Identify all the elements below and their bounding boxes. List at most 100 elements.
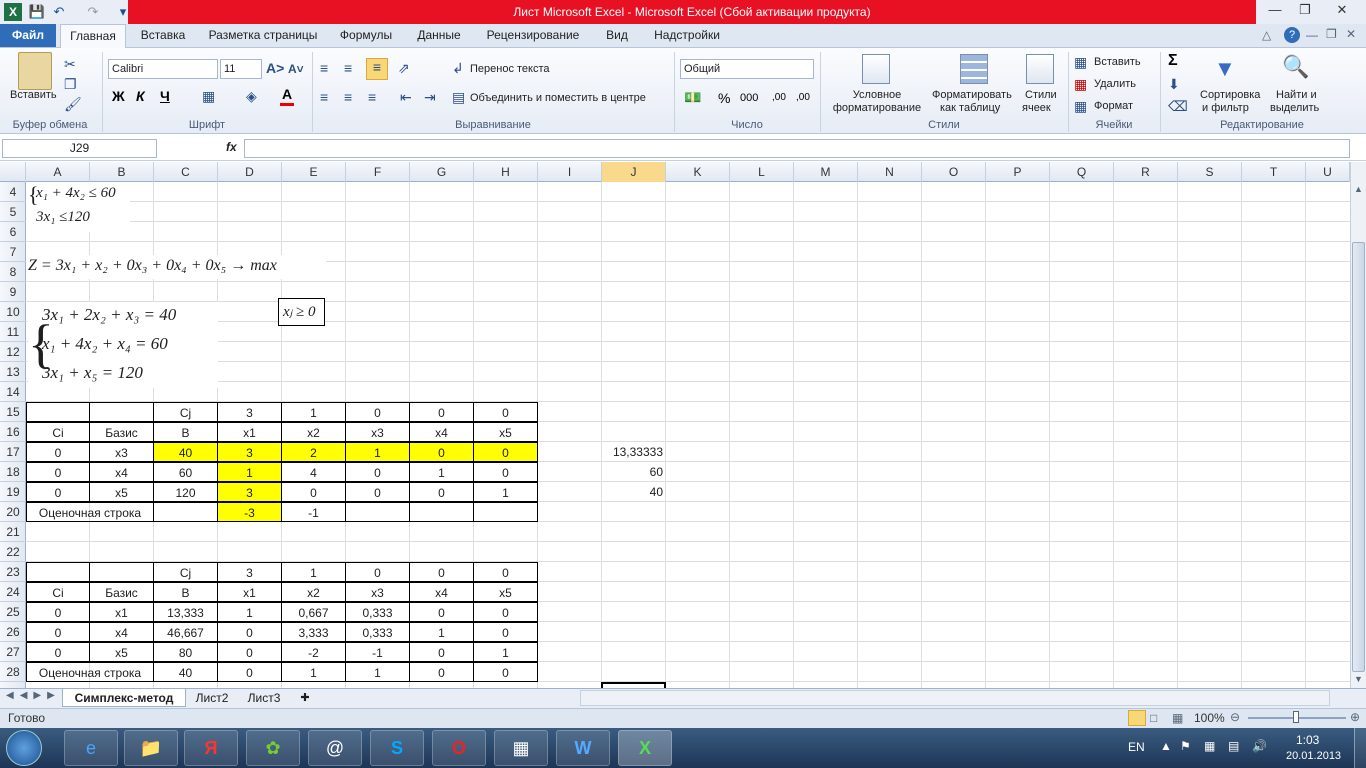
row-header[interactable]: 22 — [0, 542, 26, 562]
table-cell[interactable]: 1 — [409, 622, 474, 642]
page-layout-view-icon[interactable]: □ — [1150, 711, 1157, 725]
row-header[interactable]: 14 — [0, 382, 26, 402]
sheet-tab[interactable]: Лист3 — [240, 689, 288, 707]
table-cell[interactable]: 1 — [217, 602, 282, 622]
row-header[interactable]: 15 — [0, 402, 26, 422]
table-cell[interactable]: 80 — [153, 642, 218, 662]
table-cell[interactable]: 0 — [473, 462, 538, 482]
start-button-icon[interactable] — [6, 730, 42, 766]
table-cell[interactable]: x5 — [89, 642, 154, 662]
zoom-out-icon[interactable]: ⊖ — [1230, 710, 1240, 724]
table-cell[interactable]: 0,667 — [281, 602, 346, 622]
table-cell[interactable]: 0 — [473, 662, 538, 682]
table-cell[interactable]: 1 — [281, 662, 346, 682]
table-header-cell[interactable]: x1 — [217, 582, 282, 602]
borders-icon[interactable]: ▦ — [202, 88, 215, 105]
table-cell[interactable]: 3,333 — [281, 622, 346, 642]
table-cell[interactable]: 1 — [473, 482, 538, 502]
clock-time[interactable]: 1:03 — [1296, 733, 1319, 747]
table-cell[interactable]: Cj — [153, 402, 218, 422]
sheet-nav-icons[interactable]: ◀◀▶▶ — [6, 690, 61, 701]
align-top-icon[interactable]: ≡ — [320, 60, 328, 76]
tab-formulas[interactable]: Формулы — [334, 24, 398, 47]
row-header[interactable]: 27 — [0, 642, 26, 662]
col-header[interactable]: C — [154, 162, 218, 182]
zoom-in-icon[interactable]: ⊕ — [1350, 710, 1360, 724]
table-cell[interactable]: 0 — [26, 482, 90, 502]
col-header[interactable]: Q — [1050, 162, 1114, 182]
table-cell[interactable]: x4 — [89, 622, 154, 642]
zoom-level[interactable]: 100% — [1194, 711, 1225, 725]
row-header[interactable]: 10 — [0, 302, 26, 322]
table-cell[interactable]: 0 — [217, 642, 282, 662]
orientation-icon[interactable]: ⇗ — [398, 60, 410, 77]
find-select-line2[interactable]: выделить — [1270, 102, 1319, 114]
table-cell[interactable]: 46,667 — [153, 622, 218, 642]
format-painter-icon[interactable]: 🖌 — [64, 96, 82, 113]
tab-review[interactable]: Рецензирование — [478, 24, 588, 47]
row-header[interactable]: 13 — [0, 362, 26, 382]
format-cells-button[interactable]: Формат — [1094, 100, 1133, 112]
sheet-tab[interactable]: Лист2 — [188, 689, 236, 707]
row-header[interactable]: 12 — [0, 342, 26, 362]
table-cell[interactable]: 0 — [409, 562, 474, 582]
table-cell[interactable]: 4 — [281, 462, 346, 482]
wb-minimize-icon[interactable]: — — [1306, 28, 1318, 42]
table-cell[interactable]: 0 — [345, 462, 410, 482]
table-cell[interactable]: 1 — [281, 562, 346, 582]
table-cell[interactable] — [26, 562, 90, 582]
table-cell[interactable]: 60 — [153, 462, 218, 482]
col-header[interactable]: F — [346, 162, 410, 182]
align-left-icon[interactable]: ≡ — [320, 89, 328, 105]
cell-styles-icon[interactable] — [1026, 54, 1054, 84]
format-as-table-icon[interactable] — [960, 54, 988, 84]
table-cell[interactable]: 0 — [345, 482, 410, 502]
table-header-cell[interactable]: x1 — [217, 422, 282, 442]
bold-button[interactable]: Ж — [112, 88, 125, 104]
font-color-icon[interactable]: A — [280, 86, 294, 106]
table-cell-highlighted[interactable]: 1 — [345, 442, 410, 462]
align-right-icon[interactable]: ≡ — [368, 89, 376, 105]
table-cell[interactable]: 3 — [217, 402, 282, 422]
yandex-browser-icon[interactable]: Я — [184, 730, 238, 766]
table-cell[interactable]: 0 — [473, 562, 538, 582]
tray-app-icon[interactable]: ▦ — [1204, 739, 1215, 753]
insert-cells-button[interactable]: Вставить — [1094, 56, 1141, 68]
format-as-table-line2[interactable]: как таблицу — [940, 102, 1000, 114]
equation-object[interactable]: Z = 3x₁ + x₂ + 0x₃ + 0x₄ + 0x₅ → max — [26, 255, 326, 279]
table-cell[interactable]: 0 — [409, 402, 474, 422]
decrease-decimal-button[interactable]: ,00 — [796, 92, 810, 103]
align-middle-icon[interactable]: ≡ — [344, 60, 352, 76]
col-header[interactable]: U — [1306, 162, 1350, 182]
col-header-selected[interactable]: J — [602, 162, 666, 182]
table-cell[interactable]: 0 — [345, 402, 410, 422]
fill-color-icon[interactable]: ◈ — [246, 88, 257, 105]
col-header[interactable]: E — [282, 162, 346, 182]
col-header[interactable]: T — [1242, 162, 1306, 182]
table-header-cell[interactable]: Базис — [89, 422, 154, 442]
row-header[interactable]: 20 — [0, 502, 26, 522]
tab-file[interactable]: Файл — [0, 24, 56, 47]
col-header[interactable]: H — [474, 162, 538, 182]
table-cell[interactable]: 0 — [281, 482, 346, 502]
table-cell[interactable]: 1 — [409, 462, 474, 482]
table-cell[interactable]: 1 — [473, 642, 538, 662]
scroll-up-icon[interactable]: ▲ — [1352, 184, 1365, 198]
tab-view[interactable]: Вид — [598, 24, 636, 47]
delete-cells-icon[interactable]: ▦ — [1074, 76, 1087, 93]
decrease-indent-icon[interactable]: ⇤ — [400, 89, 412, 106]
table-cell[interactable]: x5 — [89, 482, 154, 502]
table-cell[interactable]: x3 — [89, 442, 154, 462]
table-cell[interactable]: -2 — [281, 642, 346, 662]
wrap-text-icon[interactable]: ↲ — [452, 60, 464, 77]
row-header[interactable]: 4 — [0, 182, 26, 202]
equation-object[interactable]: xⱼ ≥ 0 — [278, 298, 325, 326]
table-cell-highlighted[interactable]: 3 — [217, 442, 282, 462]
sort-filter-line2[interactable]: и фильтр — [1202, 102, 1249, 114]
col-header[interactable]: D — [218, 162, 282, 182]
table-cell[interactable]: x4 — [89, 462, 154, 482]
undo-icon[interactable]: ↶ — [50, 3, 68, 21]
row-header[interactable]: 11 — [0, 322, 26, 342]
minimize-icon[interactable]: — — [1260, 0, 1290, 20]
sort-filter-line1[interactable]: Сортировка — [1200, 89, 1260, 101]
